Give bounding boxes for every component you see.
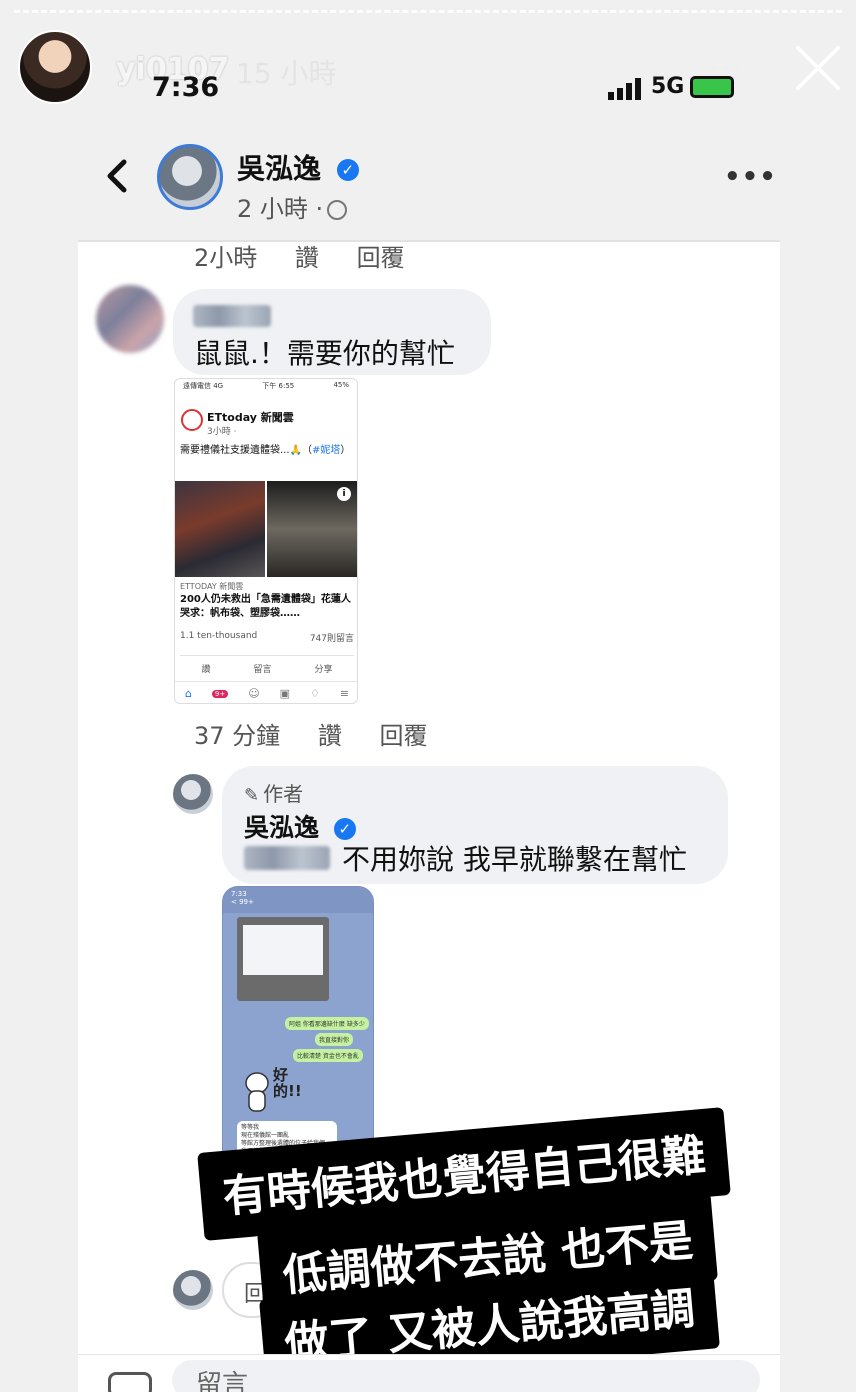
comment-text: 鼠鼠.！需要你的幫忙 bbox=[194, 337, 455, 370]
ettoday-logo-icon bbox=[181, 409, 203, 431]
chat-photo bbox=[237, 917, 329, 1001]
story-avatar[interactable] bbox=[18, 30, 92, 104]
comment-image-chat-screenshot[interactable]: 7:33 < 99+ 阿姐 你看那邊缺什麼 缺多少 我直接對你 比較清楚 資金也… bbox=[222, 886, 374, 1176]
comment-input[interactable]: 留言 bbox=[172, 1360, 760, 1392]
embedded-battery: 45% bbox=[333, 381, 349, 389]
cat-sticker: 好的!! bbox=[243, 1063, 303, 1117]
mention-blurred bbox=[244, 846, 330, 870]
bell-icon: ♢ bbox=[309, 687, 320, 700]
close-icon[interactable] bbox=[790, 40, 846, 96]
embedded-like: 讚 bbox=[201, 665, 211, 675]
embedded-page-name: ETtoday 新聞雲 bbox=[207, 411, 294, 424]
author-tag: ✎ 作者 bbox=[244, 778, 303, 807]
marketplace-icon: ▣ bbox=[279, 687, 291, 700]
cat-sticker-icon bbox=[245, 1072, 269, 1112]
chat-clock: 7:33 bbox=[231, 890, 247, 898]
status-clock: 7:36 bbox=[152, 72, 220, 103]
sticker-text: 好的!! bbox=[273, 1066, 302, 1100]
author-comment-text: 不用妳說 我早就聯繫在幫忙 bbox=[342, 843, 687, 876]
comment-meta-row: 37 分鐘 讚 回覆 bbox=[194, 716, 457, 751]
embedded-link-source: ETTODAY 新聞雲 bbox=[180, 582, 244, 591]
chat-back: < 99+ bbox=[231, 898, 254, 906]
author-avatar[interactable] bbox=[173, 774, 213, 814]
camera-icon[interactable] bbox=[108, 1372, 152, 1392]
verified-badge-icon: ✓ bbox=[336, 159, 359, 181]
chat-photo-card bbox=[243, 925, 323, 975]
back-arrow-icon[interactable] bbox=[102, 156, 132, 196]
like-link[interactable]: 讚 bbox=[318, 722, 342, 750]
comment-time: 2小時 bbox=[194, 244, 258, 272]
embedded-comment: 留言 bbox=[253, 665, 272, 675]
embedded-caption: 需要禮儀社支援遺體袋...🙏（#妮塔） bbox=[180, 443, 354, 458]
embedded-headline: 200人仍未救出「急需遺體袋」花蓮人哭求：帆布袋、塑膠袋…… bbox=[180, 594, 351, 619]
commenter-avatar[interactable] bbox=[96, 285, 164, 353]
embedded-status-bar: 遠傳電信 4G 下午 6:55 45% bbox=[175, 379, 357, 393]
embedded-share: 分享 bbox=[314, 665, 333, 675]
post-meta: 2 小時 · bbox=[237, 189, 348, 224]
embedded-caption-end: ） bbox=[340, 445, 351, 456]
pen-icon: ✎ bbox=[244, 785, 260, 806]
author-name-text[interactable]: 吳泓逸 bbox=[244, 813, 319, 842]
comment-meta-row: 2小時 讚 回覆 bbox=[194, 238, 435, 273]
embedded-hashtag: #妮塔 bbox=[312, 445, 341, 456]
user-avatar[interactable] bbox=[173, 1270, 213, 1310]
comment-time: 37 分鐘 bbox=[194, 722, 281, 750]
embedded-photo-left bbox=[175, 481, 265, 577]
embedded-caption-text: 需要禮儀社支援遺體袋...🙏（ bbox=[180, 445, 312, 456]
globe-icon bbox=[327, 200, 348, 220]
post-timestamp: 2 小時 · bbox=[237, 195, 324, 223]
author-tag-label: 作者 bbox=[263, 782, 304, 806]
chat-message-2: 我直接對你 bbox=[315, 1033, 354, 1046]
embedded-carrier: 遠傳電信 4G bbox=[183, 382, 224, 390]
groups-icon: ☺ bbox=[248, 687, 260, 700]
story-posted-time: 15 小時 bbox=[236, 57, 337, 90]
chat-message-1: 阿姐 你看那邊缺什麼 缺多少 bbox=[285, 1017, 369, 1030]
comment-image-screenshot[interactable]: 遠傳電信 4G 下午 6:55 45% ETtoday 新聞雲 3小時 · 需要… bbox=[174, 378, 358, 704]
home-icon: ⌂ bbox=[184, 687, 192, 700]
embedded-stats: 1.1 ten-thousand 747則留言 bbox=[180, 631, 354, 644]
embedded-post-time: 3小時 · bbox=[207, 427, 237, 437]
info-icon: i bbox=[337, 487, 351, 501]
embedded-reactions: 1.1 ten-thousand bbox=[180, 631, 258, 641]
notification-badge: 9+ bbox=[211, 689, 229, 698]
embedded-comment-count: 747則留言 bbox=[309, 634, 354, 644]
reply-link[interactable]: 回覆 bbox=[379, 722, 427, 750]
page-name-text[interactable]: 吳泓逸 bbox=[237, 152, 321, 185]
commenter-name-blurred bbox=[193, 305, 271, 327]
signal-icon bbox=[608, 78, 641, 100]
reply-link[interactable]: 回覆 bbox=[357, 244, 405, 272]
menu-icon: ≡ bbox=[339, 687, 350, 700]
network-label: 5G bbox=[651, 74, 685, 99]
embedded-nav-bar: ⌂ 9+ ☺ ▣ ♢ ≡ bbox=[175, 681, 357, 703]
embedded-clock: 下午 6:55 bbox=[262, 382, 295, 390]
like-link[interactable]: 讚 bbox=[295, 244, 319, 272]
author-name[interactable]: 吳泓逸 ✓ bbox=[244, 808, 356, 844]
page-name[interactable]: 吳泓逸 ✓ bbox=[237, 147, 359, 187]
chat-header: 7:33 < 99+ bbox=[223, 887, 373, 913]
embedded-actions: 讚 留言 分享 bbox=[180, 655, 354, 675]
battery-icon bbox=[690, 76, 734, 98]
verified-badge-icon: ✓ bbox=[333, 818, 356, 840]
chat-message-3: 比較清楚 資金也不會亂 bbox=[293, 1049, 363, 1062]
story-progress-bar bbox=[14, 10, 842, 14]
post-more-icon[interactable]: ••• bbox=[724, 162, 777, 192]
page-avatar[interactable] bbox=[157, 144, 223, 210]
